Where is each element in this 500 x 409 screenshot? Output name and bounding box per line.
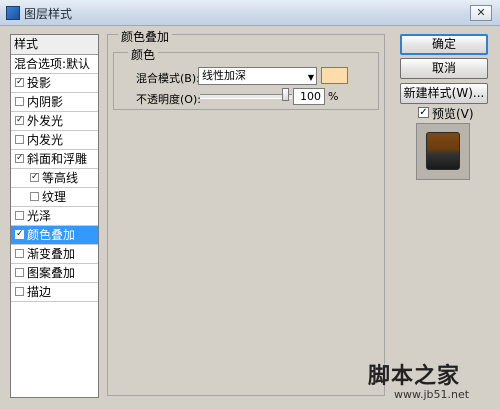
style-item-label: 内阴影 [27,95,64,109]
style-item[interactable]: 纹理 [11,188,98,207]
style-preview [416,123,470,180]
window-title: 图层样式 [24,7,73,21]
style-item[interactable]: 描边 [11,283,98,302]
close-icon: ✕ [476,6,486,19]
style-item-label: 纹理 [42,190,67,204]
style-checkbox[interactable] [30,192,39,201]
style-checkbox[interactable]: ✓ [15,116,24,125]
style-item[interactable]: ✓ 斜面和浮雕 [11,150,98,169]
style-item-label: 颜色叠加 [27,228,76,242]
opacity-input[interactable]: 100 [293,88,325,105]
style-checkbox[interactable] [15,211,24,220]
style-item-label: 投影 [27,76,52,90]
blend-mode-value: 线性加深 [202,69,246,82]
preview-checkbox[interactable]: ✓ [418,107,429,118]
style-item[interactable]: 光泽 [11,207,98,226]
chevron-down-icon: ▼ [307,73,314,82]
style-item-label: 光泽 [27,209,52,223]
blend-mode-label: 混合模式(B): [136,72,200,85]
styles-list: 样式 混合选项:默认 ✓ 投影 内阴影 ✓ 外发光 内发光 ✓ 斜面和浮雕 ✓ 等高线 纹理 光泽 ✓ 颜色… [10,34,99,398]
style-item[interactable]: 渐变叠加 [11,245,98,264]
style-checkbox[interactable] [15,287,24,296]
preview-label: 预览(V) [432,107,474,121]
style-checkbox[interactable]: ✓ [15,154,24,163]
blend-mode-select[interactable]: 线性加深 ▼ [198,67,317,85]
style-item-label: 图案叠加 [27,266,76,280]
style-item[interactable]: 图案叠加 [11,264,98,283]
style-item[interactable]: ✓ 等高线 [11,169,98,188]
style-checkbox[interactable] [15,97,24,106]
ok-button[interactable]: 确定 [400,34,488,55]
group-title: 颜色叠加 [118,28,173,45]
style-item-label: 斜面和浮雕 [27,152,88,166]
style-checkbox[interactable] [15,268,24,277]
opacity-unit: % [328,90,339,103]
style-checkbox[interactable]: ✓ [15,78,24,87]
style-item[interactable]: ✓ 颜色叠加 [11,226,98,245]
overlay-color-swatch[interactable] [321,67,348,84]
style-item-label: 等高线 [42,171,79,185]
style-item[interactable]: 混合选项:默认 [11,55,98,74]
opacity-slider-thumb[interactable] [282,88,289,101]
style-item-label: 内发光 [27,133,64,147]
title-bar: 图层样式 ✕ [0,0,500,26]
style-item[interactable]: ✓ 投影 [11,74,98,93]
subgroup-title: 颜色 [128,46,159,63]
styles-header[interactable]: 样式 [11,35,98,55]
style-item-label: 渐变叠加 [27,247,76,261]
opacity-label: 不透明度(O): [136,93,201,106]
preview-swatch [426,132,460,170]
style-item-label: 混合选项:默认 [14,57,91,71]
watermark-url: www.jb51.net [394,388,470,401]
app-icon [6,6,20,20]
style-item[interactable]: 内阴影 [11,93,98,112]
close-button[interactable]: ✕ [470,5,492,21]
new-style-button[interactable]: 新建样式(W)... [400,83,488,104]
style-checkbox[interactable] [15,135,24,144]
style-item[interactable]: 内发光 [11,131,98,150]
opacity-slider-track[interactable] [200,94,292,99]
style-checkbox[interactable] [15,249,24,258]
style-checkbox[interactable]: ✓ [30,173,39,182]
watermark-logo: 脚本之家 [368,364,461,389]
cancel-button[interactable]: 取消 [400,58,488,79]
style-item-label: 描边 [27,285,52,299]
style-item[interactable]: ✓ 外发光 [11,112,98,131]
style-checkbox[interactable]: ✓ [15,230,24,239]
style-item-label: 外发光 [27,114,64,128]
